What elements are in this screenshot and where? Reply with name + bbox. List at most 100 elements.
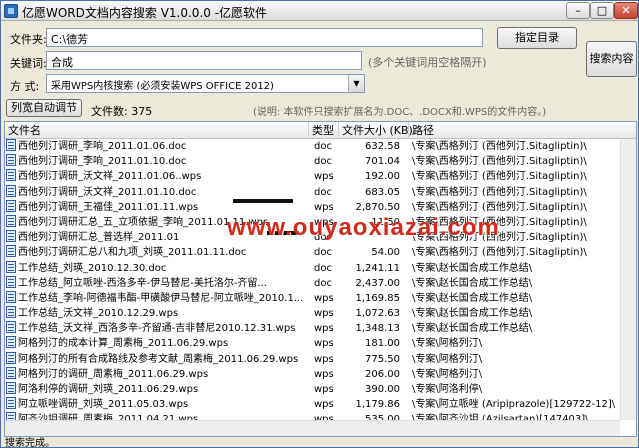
minimize-button[interactable]: – <box>566 2 590 19</box>
cell-size-text: 181.00 <box>365 338 400 350</box>
cell-type-text: wps <box>314 323 334 335</box>
cell-size: 1,072.63 <box>338 306 400 321</box>
mode-label: 方 式: <box>10 80 40 93</box>
table-row[interactable]: 阿格列汀的成本计算_周素梅_2011.06.29.wps wps 181.00 \专案… <box>5 336 636 351</box>
cell-type-text: doc <box>314 141 332 152</box>
table-row[interactable]: 阿洛利停的调研_刘瑛_2011.06.29.wps wps 390.00 \专案\阿洛… <box>5 382 636 397</box>
cell-size-text: 2,870.50 <box>355 201 400 213</box>
cell-path: \专案\西格列汀 (西他列汀.Sitagliptin)\ <box>412 154 634 169</box>
table-row[interactable]: 工作总结_沃文祥_西洛多辛-齐留通-吉非替尼2010.12.31.wps wps 1… <box>5 321 636 336</box>
keyword-hint: (多个关键词用空格隔开) <box>368 56 487 69</box>
document-icon <box>6 366 16 379</box>
document-icon <box>6 169 16 182</box>
cell-type-text: wps <box>314 338 334 350</box>
cell-size: 1,241.11 <box>338 261 400 276</box>
table-row[interactable]: 工作总结_李响-阿德福韦酯-甲磺酸伊马替尼-阿立哌唑_2010.1... wps 1… <box>5 290 636 306</box>
cell-filename: 阿立哌唑调研_刘瑛_2011.05.03.wps <box>6 397 309 412</box>
table-row[interactable]: 西他列汀调研_李响_2011.01.10.doc doc 701.04 \专案\西格列… <box>5 154 636 169</box>
cell-path-text: \专案\西格列汀 (西他列汀.Sitagliptin)\ <box>412 141 587 152</box>
cell-size-text: 1,169.85 <box>355 292 400 304</box>
app-icon <box>4 4 18 18</box>
table-row[interactable]: 工作总结_阿立哌唑-西洛多辛-伊马替尼-美托洛尔-齐留... doc 2,437.0… <box>5 275 636 291</box>
column-header-size[interactable]: 文件大小 (KB) <box>339 122 413 139</box>
cell-filename: 西他列汀调研_沃文祥_2011.01.06..wps <box>6 169 309 184</box>
autosize-columns-button[interactable]: 列宽自动调节 <box>6 99 82 117</box>
vertical-scrollbar[interactable] <box>620 139 636 420</box>
close-button[interactable]: ✕ <box>614 2 638 19</box>
cell-type-text: wps <box>314 384 334 395</box>
cell-path-text: \专案\阿立哌唑 (Aripiprazole)[129722-12]\ <box>412 399 616 411</box>
table-row[interactable]: 阿立哌唑调研_刘瑛_2011.05.03.wps wps 1,179.86 \专案\阿… <box>5 397 636 412</box>
cell-path: \专案\西格列汀 (西他列汀.Sitagliptin)\ <box>412 185 634 200</box>
cell-filename-text: 工作总结_沃文祥_2010.12.29.wps <box>18 308 179 320</box>
table-row[interactable]: 西他列汀调研汇总八和九项_刘瑛_2011.01.11.doc doc 54.00 \专… <box>5 245 636 260</box>
cell-filename-text: 工作总结_刘瑛_2010.12.30.doc <box>18 262 167 274</box>
cell-type-text: wps <box>314 308 334 320</box>
cell-path-text: \专案\西格列汀 (西他列汀.Sitagliptin)\ <box>412 156 587 168</box>
column-header-name[interactable]: 文件名 <box>5 122 309 139</box>
cell-size: 54.00 <box>338 245 400 260</box>
document-icon <box>6 306 16 319</box>
cell-path-text: \专案\阿格列汀\ <box>412 338 483 350</box>
cell-filename-text: 西他列汀调研_李响_2011.01.06.doc <box>18 141 187 152</box>
horizontal-scrollbar[interactable] <box>5 420 620 436</box>
title-bar: 亿愿WORD文档内容搜索 V1.0.0.0 -亿愿软件 – □ ✕ <box>1 1 638 21</box>
table-row[interactable]: 工作总结_刘瑛_2010.12.30.doc doc 1,241.11 \专案\赵长国… <box>5 260 636 276</box>
cell-filename-text: 阿格列汀的所有合成路线及参考文献_周素梅_2011.06.29.wps <box>18 353 299 365</box>
cell-path-text: \专案\赵长国合成工作总结\ <box>412 323 533 335</box>
table-row[interactable]: 阿格列汀的调研_周素梅_2011.06.29.wps wps 206.00 \专案\阿… <box>5 366 636 382</box>
cell-filename-text: 工作总结_沃文祥_西洛多辛-齐留通-吉非替尼2010.12.31.wps <box>18 323 296 335</box>
cell-filename: 工作总结_沃文祥_2010.12.29.wps <box>6 306 309 321</box>
cell-type-text: doc <box>314 262 332 274</box>
cell-size-text: 1,348.13 <box>355 323 400 335</box>
cell-size: 683.05 <box>338 185 400 200</box>
mode-select[interactable]: 采用WPS内核搜索 (必须安装WPS OFFICE 2012) ▼ <box>46 74 365 93</box>
document-icon <box>6 184 16 197</box>
cell-filename: 阿格列汀的调研_周素梅_2011.06.29.wps <box>6 366 309 382</box>
cell-size: 181.00 <box>338 336 400 351</box>
column-header-path[interactable]: 路径 <box>409 122 636 139</box>
cell-path-text: \专案\阿格列汀\ <box>412 353 483 365</box>
table-row[interactable]: 西他列汀调研_李响_2011.01.06.doc doc 632.58 \专案\西格列… <box>5 139 636 154</box>
cell-size: 206.00 <box>338 367 400 382</box>
search-button[interactable]: 搜索内容 <box>586 41 637 77</box>
mode-select-value: 采用WPS内核搜索 (必须安装WPS OFFICE 2012) <box>51 81 274 92</box>
cell-path: \专案\阿格列汀\ <box>412 336 634 351</box>
cell-filename: 工作总结_刘瑛_2010.12.30.doc <box>6 260 309 276</box>
cell-filename: 工作总结_李响-阿德福韦酯-甲磺酸伊马替尼-阿立哌唑_2010.1... <box>6 290 309 306</box>
cell-path-text: \专案\阿格列汀\ <box>412 368 483 380</box>
chevron-down-icon[interactable]: ▼ <box>348 75 364 92</box>
cell-path-text: \专案\西格列汀 (西他列汀.Sitagliptin)\ <box>412 186 587 198</box>
table-row[interactable]: 西他列汀调研_沃文祥_2011.01.06..wps wps 192.00 \专案\西… <box>5 169 636 184</box>
cell-size: 632.58 <box>338 139 400 154</box>
cell-filename-text: 西他列汀调研_王福佳_2011.01.11.wps <box>18 201 199 213</box>
table-row[interactable]: 工作总结_沃文祥_2010.12.29.wps wps 1,072.63 \专案\赵长… <box>5 306 636 321</box>
cell-filename: 西他列汀调研_沃文祥_2011.01.10.doc <box>6 184 309 200</box>
cell-type-text: wps <box>314 353 334 365</box>
set-directory-button[interactable]: 指定目录 <box>497 27 577 49</box>
cell-size: 701.04 <box>338 154 400 169</box>
cell-path: \专案\西格列汀 (西他列汀.Sitagliptin)\ <box>412 245 634 260</box>
cell-path-text: \专案\赵长国合成工作总结\ <box>412 277 533 289</box>
cell-path-text: \专案\西格列汀 (西他列汀.Sitagliptin)\ <box>412 201 587 213</box>
folder-input[interactable]: C:\德芳 <box>46 28 483 47</box>
document-icon <box>6 199 16 212</box>
cell-path: \专案\西格列汀 (西他列汀.Sitagliptin)\ <box>412 139 634 154</box>
table-row[interactable]: 西他列汀调研_王福佳_2011.01.11.wps wps 2,870.50 \专案\… <box>5 199 636 215</box>
cell-path-text: \专案\阿洛利停\ <box>412 384 483 395</box>
maximize-button[interactable]: □ <box>590 2 614 19</box>
cell-path-text: \专案\赵长国合成工作总结\ <box>412 292 533 304</box>
document-icon <box>6 230 16 243</box>
document-icon <box>6 139 16 151</box>
folder-label: 文件夹: <box>10 33 47 46</box>
cell-path: \专案\西格列汀 (西他列汀.Sitagliptin)\ <box>412 169 634 184</box>
table-row[interactable]: 阿格列汀的所有合成路线及参考文献_周素梅_2011.06.29.wps wps 77… <box>5 351 636 367</box>
keyword-input[interactable]: 合成 <box>46 51 362 70</box>
results-table[interactable]: 文件名 类型 文件大小 (KB) 路径 西他列汀调研_李响_2011.01.06… <box>4 121 637 437</box>
column-header-type[interactable]: 类型 <box>309 122 339 139</box>
cell-size: 390.00 <box>338 382 400 397</box>
document-icon <box>6 351 16 364</box>
cell-size-text: 1,241.11 <box>355 262 400 274</box>
table-row[interactable]: 西他列汀调研_沃文祥_2011.01.10.doc doc 683.05 \专案\西格… <box>5 184 636 200</box>
cell-path: \专案\赵长国合成工作总结\ <box>412 321 634 336</box>
